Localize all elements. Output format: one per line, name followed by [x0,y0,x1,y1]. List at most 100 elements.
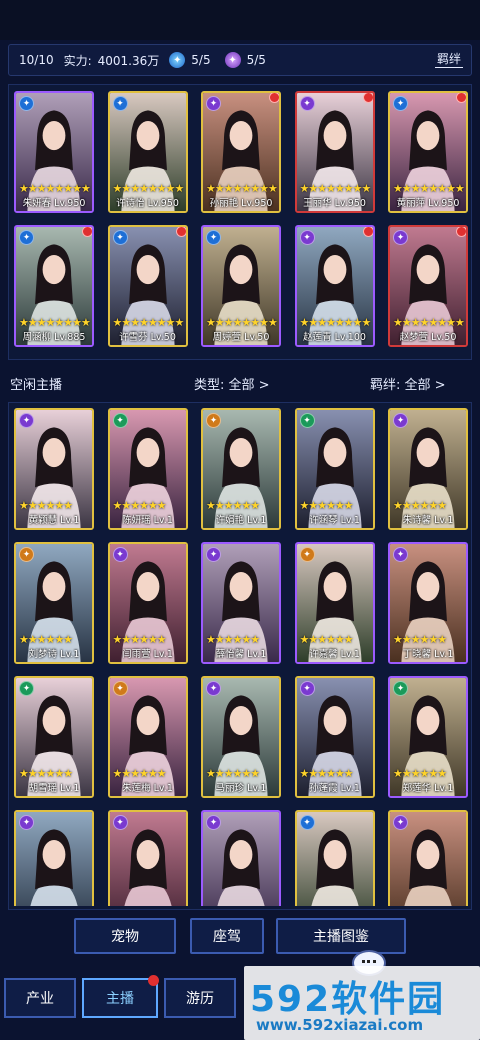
star-rating: ★★★★★★ [206,633,260,646]
purple-element-icon: ✦ [206,815,221,830]
purple-gem-icon: ✦ [224,52,241,68]
star-rating: ★★★★★★ [112,633,167,646]
orange-element-icon: ✦ [112,681,128,696]
star-rating: ★★★★★★ [393,767,447,780]
card-name: 朱妍春 Lv.950 [22,198,86,209]
idle-card[interactable]: ✦ ★★★★★★ 郑莲华 Lv.1 [388,676,468,798]
purple-element-icon: ✦ [299,681,315,696]
nav-streamer-label: 主播 [106,991,134,1007]
active-card[interactable]: ✦ ★★★★★★★★ 周涵柳 Lv.885 [14,225,94,347]
idle-card[interactable]: ✦ ★★★★★★ 许涵琴 Lv.1 [294,408,375,530]
idle-card[interactable]: ✦ ★★★★★★ 丁晓馨 Lv.1 [388,542,468,664]
bond-filter[interactable]: 羁绊: 全部 > [370,374,446,393]
idle-card[interactable]: ✦ ★★★★★★ 黄颖慧 Lv.1 [14,408,94,530]
bond-button[interactable]: 羁绊 [434,50,463,68]
pet-button[interactable]: 宠物 [74,918,176,954]
top-strip [0,0,480,40]
notification-dot [456,227,466,237]
gallery-button[interactable]: 主播图鉴 [276,918,406,954]
card-name: 周婷萱 Lv.50 [212,332,270,343]
blue-element-icon: ✦ [19,96,34,111]
idle-card[interactable]: ✦ ★★★★★★ 闫雨萱 Lv.1 [107,542,188,664]
card-name: 黄丽萍 Lv.950 [396,198,460,209]
purple-element-icon: ✦ [19,815,34,830]
idle-card[interactable]: ✦ [14,810,94,906]
nav-industry[interactable]: 产业 [4,978,76,1018]
idle-card[interactable]: ✦ ★★★★★★ 马丽珍 Lv.1 [201,676,281,798]
purple-element-icon: ✦ [393,815,408,830]
idle-card[interactable]: ✦ ★★★★★★ 薛怡馨 Lv.1 [201,542,281,664]
idle-card[interactable]: ✦ ★★★★★★ 陈妍瑶 Lv.1 [107,408,188,530]
purple-element-icon: ✦ [206,547,221,562]
active-card[interactable]: ✦ ★★★★★★★★ 许诗怡 Lv.950 [107,91,188,213]
notification-dot [148,975,159,986]
watermark-logo: 592软件园 www.592xiazai.com [244,966,480,1040]
notification-dot [362,227,373,237]
star-rating: ★★★★★★★★ [206,316,278,329]
blue-element-icon: ✦ [112,230,128,245]
idle-title: 空闲主播 [10,378,63,393]
star-rating: ★★★★★★ [393,633,447,646]
idle-card[interactable]: ✦ ★★★★★★ 许娟艳 Lv.1 [201,408,281,530]
active-card-grid: ✦ ★★★★★★★★ 朱妍春 Lv.950 ✦ ★★★★★★★★ 许诗怡 Lv.950 ✦ ★… [14,91,468,347]
nav-travel[interactable]: 游历 [164,978,236,1018]
star-rating: ★★★★★★★★ [299,182,372,195]
orange-element-icon: ✦ [19,547,34,562]
notification-dot [362,93,373,103]
star-rating: ★★★★★★ [19,767,73,780]
idle-card[interactable]: ✦ ★★★★★★ 许嘉馨 Lv.1 [294,542,375,664]
idle-card[interactable]: ✦ ★★★★★★ 朱莲梅 Lv.1 [107,676,188,798]
mount-button[interactable]: 座驾 [190,918,264,954]
active-card[interactable]: ✦ ★★★★★★★★ 赵莲青 Lv.100 [294,225,375,347]
watermark-url: www.592xiazai.com [256,1016,424,1034]
blue-element-icon: ✦ [393,96,408,111]
active-card[interactable]: ✦ ★★★★★★★★ 黄丽萍 Lv.950 [388,91,468,213]
idle-card[interactable]: ✦ [294,810,375,906]
active-card[interactable]: ✦ ★★★★★★★★ 朱妍春 Lv.950 [14,91,94,213]
notification-dot [175,227,186,237]
card-name: 朱莲梅 Lv.1 [122,783,173,794]
card-name: 朱诗馨 Lv.1 [402,515,454,526]
star-rating: ★★★★★★★★ [112,316,185,329]
active-card[interactable]: ✦ ★★★★★★★★ 王丽华 Lv.950 [294,91,375,213]
card-name: 马丽珍 Lv.1 [215,783,267,794]
idle-card[interactable]: ✦ [388,810,468,906]
blue-element-icon: ✦ [112,96,128,111]
purple-element-icon: ✦ [19,413,34,428]
type-filter[interactable]: 类型: 全部 > [194,374,270,393]
idle-card[interactable]: ✦ [201,810,281,906]
star-rating: ★★★★★★ [19,633,73,646]
nav-streamer[interactable]: 主播 [82,975,159,1018]
purple-element-icon: ✦ [206,96,221,111]
power-label: 实力: [63,53,92,68]
notification-dot [269,93,279,103]
card-name: 薛怡馨 Lv.1 [215,649,267,660]
active-card[interactable]: ✦ ★★★★★★★★ 赵梦萱 Lv.50 [388,225,468,347]
notification-dot [82,227,92,237]
card-name: 许诗怡 Lv.950 [116,198,179,209]
idle-card[interactable]: ✦ ★★★★★★ 刘梦诗 Lv.1 [14,542,94,664]
star-rating: ★★★★★★ [206,499,260,512]
blue-element-icon: ✦ [206,230,221,245]
idle-card[interactable]: ✦ ★★★★★★ 朱诗馨 Lv.1 [388,408,468,530]
star-rating: ★★★★★★★★ [112,182,185,195]
purple-element-icon: ✦ [299,96,315,111]
purple-element-icon: ✦ [112,815,128,830]
idle-card[interactable]: ✦ ★★★★★★ 孙蓬霞 Lv.1 [294,676,375,798]
star-rating: ★★★★★★ [112,499,167,512]
star-rating: ★★★★★★★★ [19,182,91,195]
status-bar: 10/10 实力: 4001.36万 ✦ 5/5 ✦ 5/5 羁绊 [8,44,472,76]
green-element-icon: ✦ [19,681,34,696]
card-name: 郑莲华 Lv.1 [402,783,454,794]
active-card[interactable]: ✦ ★★★★★★★★ 孙丽艳 Lv.950 [201,91,281,213]
star-rating: ★★★★★★★★ [393,182,465,195]
purple-element-icon: ✦ [393,230,408,245]
idle-card[interactable]: ✦ [107,810,188,906]
card-name: 陈妍瑶 Lv.1 [122,515,173,526]
star-rating: ★★★★★★★★ [299,316,372,329]
active-card[interactable]: ✦ ★★★★★★★★ 周婷萱 Lv.50 [201,225,281,347]
star-rating: ★★★★★★ [19,499,73,512]
purple-element-icon: ✦ [299,230,315,245]
active-card[interactable]: ✦ ★★★★★★★★ 许雪芬 Lv.50 [107,225,188,347]
idle-card[interactable]: ✦ ★★★★★★ 胡雪瑶 Lv.1 [14,676,94,798]
